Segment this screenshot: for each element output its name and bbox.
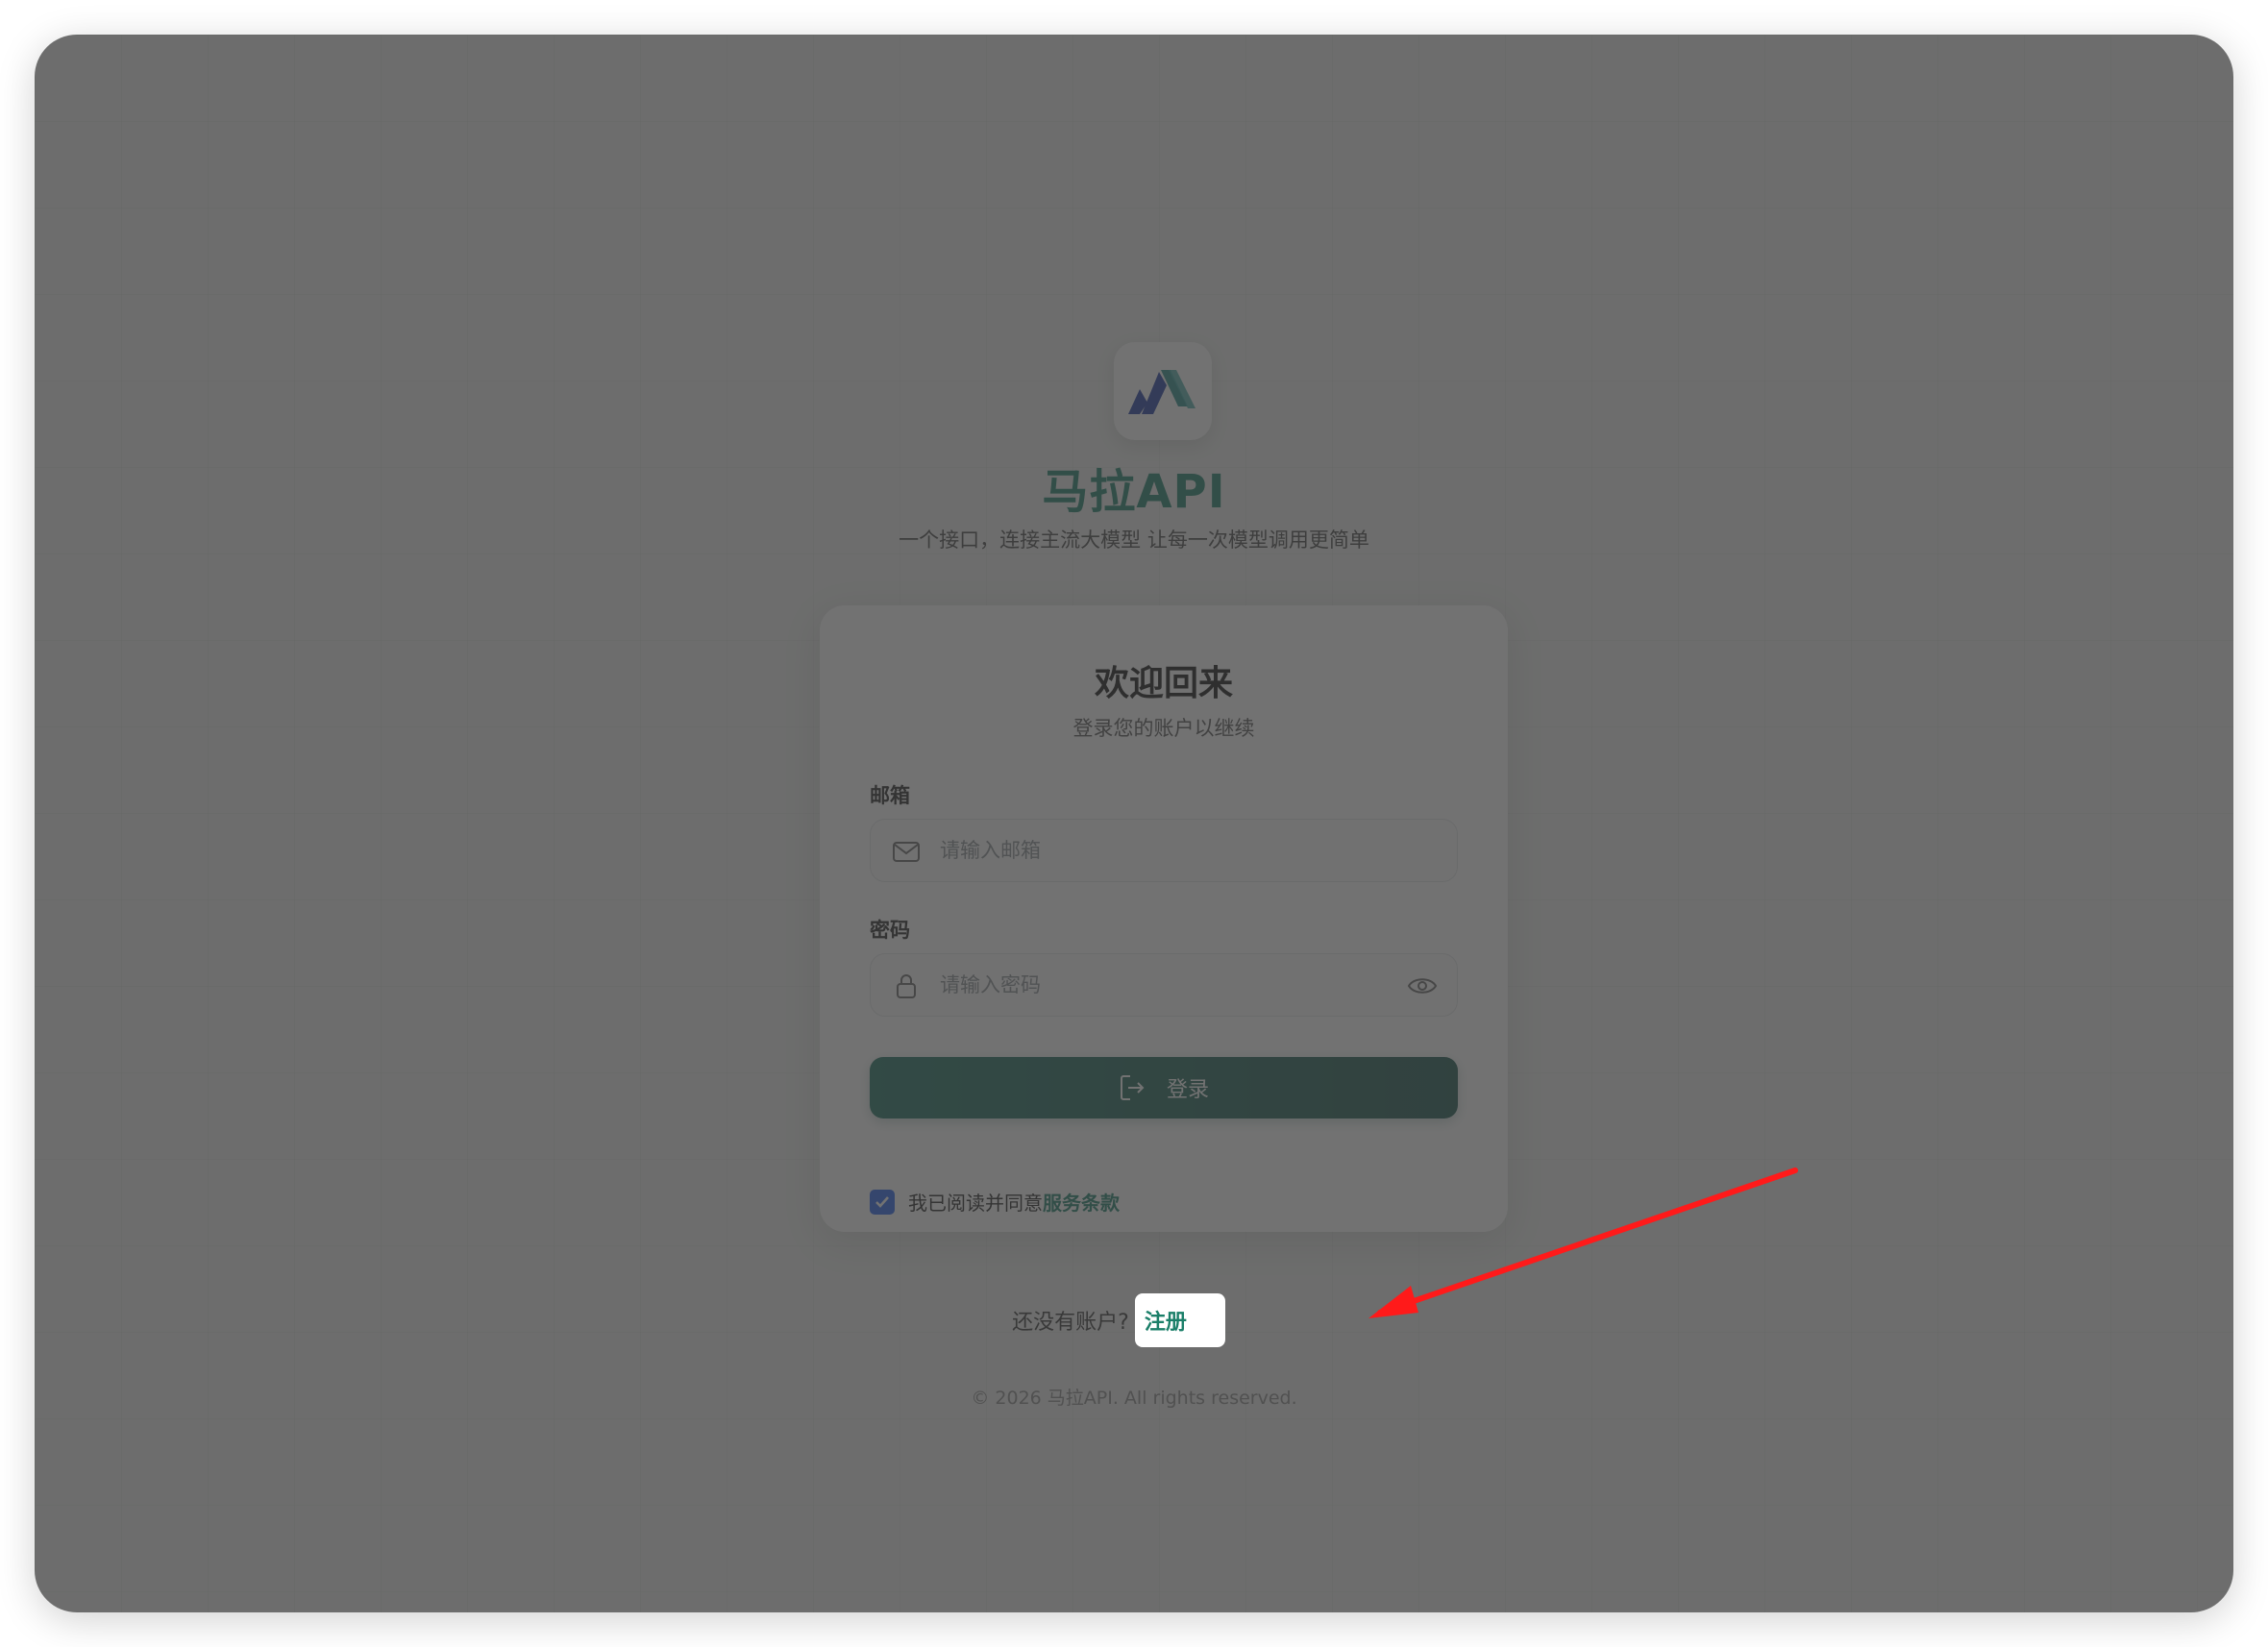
login-card: 欢迎回来 登录您的账户以继续 邮箱 密码	[820, 605, 1508, 1232]
email-label: 邮箱	[870, 784, 910, 807]
agreement-text: 我已阅读并同意	[908, 1192, 1043, 1215]
brand-title: 马拉API	[1042, 465, 1226, 519]
password-field[interactable]	[870, 953, 1458, 1017]
login-subtitle: 登录您的账户以继续	[1072, 717, 1255, 740]
login-icon	[1120, 1075, 1145, 1100]
login-button-label: 登录	[1166, 1078, 1209, 1102]
register-row: 还没有账户? 注册	[35, 1293, 2233, 1347]
password-label: 密码	[870, 919, 910, 942]
mail-icon	[893, 842, 920, 862]
brand-tagline: 一个接口，连接主流大模型 让每一次模型调用更简单	[899, 529, 1369, 552]
agree-checkbox[interactable]	[870, 1189, 895, 1215]
checkmark-icon	[875, 1195, 889, 1208]
agreement-row: 我已阅读并同意 服务条款	[870, 1188, 1120, 1216]
app-window: 马拉API 一个接口，连接主流大模型 让每一次模型调用更简单 欢迎回来 登录您的…	[35, 35, 2233, 1612]
login-button[interactable]: 登录	[870, 1057, 1458, 1118]
password-input[interactable]	[938, 954, 1390, 1016]
footer-copyright: © 2026 马拉API. All rights reserved.	[971, 1388, 1297, 1409]
brand-logo	[1114, 342, 1212, 440]
eye-icon[interactable]	[1407, 972, 1438, 999]
email-field[interactable]	[870, 819, 1458, 882]
register-link[interactable]: 注册	[1134, 1293, 1225, 1347]
login-title: 欢迎回来	[1094, 664, 1233, 703]
email-input[interactable]	[938, 820, 1390, 881]
terms-link[interactable]: 服务条款	[1043, 1188, 1120, 1216]
mountain-logo-icon	[1128, 370, 1196, 414]
lock-icon	[897, 974, 916, 998]
register-prompt: 还没有账户?	[1012, 1311, 1129, 1335]
